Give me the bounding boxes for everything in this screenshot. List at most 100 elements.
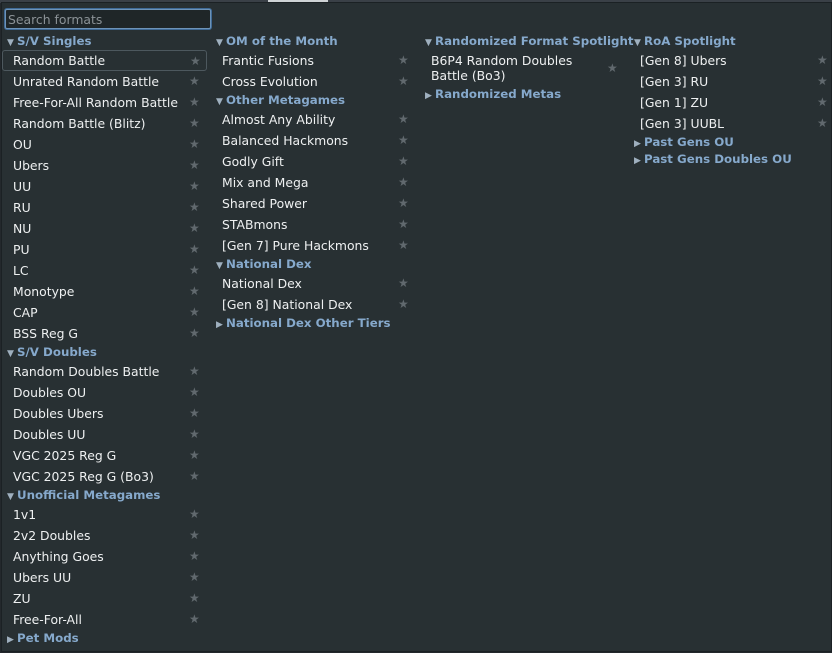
star-icon[interactable]: ★ — [189, 609, 200, 630]
star-icon[interactable]: ★ — [189, 302, 200, 323]
format-label: [Gen 3] UUBL — [640, 116, 725, 131]
star-icon[interactable]: ★ — [189, 113, 200, 134]
format-item-ubers-uu[interactable]: Ubers UU ★ — [2, 567, 207, 588]
format-item-ubers[interactable]: Ubers ★ — [2, 155, 207, 176]
format-item-almost-any-ability[interactable]: Almost Any Ability ★ — [211, 109, 416, 130]
star-icon[interactable]: ★ — [189, 92, 200, 113]
search-formats-input[interactable] — [5, 9, 211, 29]
format-item-bss-reg-g[interactable]: BSS Reg G ★ — [2, 323, 207, 344]
star-icon[interactable]: ★ — [189, 260, 200, 281]
section-header-label: Pet Mods — [17, 631, 79, 645]
star-icon[interactable]: ★ — [189, 176, 200, 197]
star-icon[interactable]: ★ — [817, 71, 828, 92]
format-item-free-for-all[interactable]: Free-For-All ★ — [2, 609, 207, 630]
section-header-s-v-singles[interactable]: ▼ S/V Singles — [2, 33, 207, 50]
format-item-gen-3-uubl[interactable]: [Gen 3] UUBL ★ — [629, 113, 829, 134]
star-icon[interactable]: ★ — [189, 155, 200, 176]
format-item-stabmons[interactable]: STABmons ★ — [211, 214, 416, 235]
format-item-2v2-doubles[interactable]: 2v2 Doubles ★ — [2, 525, 207, 546]
format-item-mix-and-mega[interactable]: Mix and Mega ★ — [211, 172, 416, 193]
format-item-uu[interactable]: UU ★ — [2, 176, 207, 197]
section-header-past-gens-ou[interactable]: ▶ Past Gens OU — [629, 134, 829, 151]
star-icon[interactable]: ★ — [398, 273, 409, 294]
format-item-doubles-uu[interactable]: Doubles UU ★ — [2, 424, 207, 445]
star-icon[interactable]: ★ — [189, 382, 200, 403]
star-icon[interactable]: ★ — [398, 214, 409, 235]
format-item-random-doubles-battle[interactable]: Random Doubles Battle ★ — [2, 361, 207, 382]
format-item-gen-1-zu[interactable]: [Gen 1] ZU ★ — [629, 92, 829, 113]
star-icon[interactable]: ★ — [189, 546, 200, 567]
star-icon[interactable]: ★ — [189, 197, 200, 218]
star-icon[interactable]: ★ — [189, 424, 200, 445]
format-item-vgc-2025-reg-g-bo3[interactable]: VGC 2025 Reg G (Bo3) ★ — [2, 466, 207, 487]
star-icon[interactable]: ★ — [398, 71, 409, 92]
section-header-unofficial-metagames[interactable]: ▼ Unofficial Metagames — [2, 487, 207, 504]
format-item-vgc-2025-reg-g[interactable]: VGC 2025 Reg G ★ — [2, 445, 207, 466]
star-icon[interactable]: ★ — [189, 323, 200, 344]
format-item-gen-8-ubers[interactable]: [Gen 8] Ubers ★ — [629, 50, 829, 71]
format-item-gen-3-ru[interactable]: [Gen 3] RU ★ — [629, 71, 829, 92]
format-item-b6p4-random-doubles-battle-bo3[interactable]: B6P4 Random Doubles Battle (Bo3) ★ — [420, 50, 625, 86]
format-item-doubles-ou[interactable]: Doubles OU ★ — [2, 382, 207, 403]
format-item-balanced-hackmons[interactable]: Balanced Hackmons ★ — [211, 130, 416, 151]
section-header-om-of-the-month[interactable]: ▼ OM of the Month — [211, 33, 416, 50]
section-header-randomized-format-spotlight[interactable]: ▼ Randomized Format Spotlight — [420, 33, 634, 50]
format-item-random-battle-blitz[interactable]: Random Battle (Blitz) ★ — [2, 113, 207, 134]
star-icon[interactable]: ★ — [189, 281, 200, 302]
format-item-frantic-fusions[interactable]: Frantic Fusions ★ — [211, 50, 416, 71]
format-item-1v1[interactable]: 1v1 ★ — [2, 504, 207, 525]
format-item-gen-8-national-dex[interactable]: [Gen 8] National Dex ★ — [211, 294, 416, 315]
star-icon[interactable]: ★ — [189, 403, 200, 424]
star-icon[interactable]: ★ — [398, 50, 409, 71]
format-item-pu[interactable]: PU ★ — [2, 239, 207, 260]
format-item-ru[interactable]: RU ★ — [2, 197, 207, 218]
format-item-doubles-ubers[interactable]: Doubles Ubers ★ — [2, 403, 207, 424]
section-header-national-dex-other-tiers[interactable]: ▶ National Dex Other Tiers — [211, 315, 416, 332]
star-icon[interactable]: ★ — [398, 294, 409, 315]
format-item-national-dex[interactable]: National Dex ★ — [211, 273, 416, 294]
format-item-cross-evolution[interactable]: Cross Evolution ★ — [211, 71, 416, 92]
format-item-gen-7-pure-hackmons[interactable]: [Gen 7] Pure Hackmons ★ — [211, 235, 416, 256]
star-icon[interactable]: ★ — [189, 504, 200, 525]
section-header-other-metagames[interactable]: ▼ Other Metagames — [211, 92, 416, 109]
star-icon[interactable]: ★ — [189, 567, 200, 588]
star-icon[interactable]: ★ — [398, 235, 409, 256]
section-header-past-gens-doubles-ou[interactable]: ▶ Past Gens Doubles OU — [629, 151, 829, 168]
format-item-nu[interactable]: NU ★ — [2, 218, 207, 239]
star-icon[interactable]: ★ — [189, 218, 200, 239]
star-icon[interactable]: ★ — [189, 239, 200, 260]
format-item-lc[interactable]: LC ★ — [2, 260, 207, 281]
star-icon[interactable]: ★ — [817, 50, 828, 71]
format-item-monotype[interactable]: Monotype ★ — [2, 281, 207, 302]
star-icon[interactable]: ★ — [398, 130, 409, 151]
format-item-godly-gift[interactable]: Godly Gift ★ — [211, 151, 416, 172]
format-item-cap[interactable]: CAP ★ — [2, 302, 207, 323]
star-icon[interactable]: ★ — [189, 445, 200, 466]
star-icon[interactable]: ★ — [190, 51, 201, 72]
star-icon[interactable]: ★ — [398, 193, 409, 214]
section-header-randomized-metas[interactable]: ▶ Randomized Metas — [420, 86, 625, 103]
star-icon[interactable]: ★ — [189, 71, 200, 92]
format-item-zu[interactable]: ZU ★ — [2, 588, 207, 609]
star-icon[interactable]: ★ — [398, 172, 409, 193]
format-item-free-for-all-random-battle[interactable]: Free-For-All Random Battle ★ — [2, 92, 207, 113]
format-item-anything-goes[interactable]: Anything Goes ★ — [2, 546, 207, 567]
section-header-roa-spotlight[interactable]: ▼ RoA Spotlight — [629, 33, 829, 50]
section-header-pet-mods[interactable]: ▶ Pet Mods — [2, 630, 207, 647]
star-icon[interactable]: ★ — [189, 525, 200, 546]
star-icon[interactable]: ★ — [189, 134, 200, 155]
star-icon[interactable]: ★ — [817, 113, 828, 134]
star-icon[interactable]: ★ — [189, 588, 200, 609]
star-icon[interactable]: ★ — [398, 109, 409, 130]
star-icon[interactable]: ★ — [189, 361, 200, 382]
star-icon[interactable]: ★ — [817, 92, 828, 113]
format-item-shared-power[interactable]: Shared Power ★ — [211, 193, 416, 214]
star-icon[interactable]: ★ — [398, 151, 409, 172]
format-item-random-battle[interactable]: Random Battle ★ — [2, 50, 207, 71]
format-item-unrated-random-battle[interactable]: Unrated Random Battle ★ — [2, 71, 207, 92]
section-header-national-dex[interactable]: ▼ National Dex — [211, 256, 416, 273]
star-icon[interactable]: ★ — [607, 58, 618, 79]
star-icon[interactable]: ★ — [189, 466, 200, 487]
format-item-ou[interactable]: OU ★ — [2, 134, 207, 155]
section-header-s-v-doubles[interactable]: ▼ S/V Doubles — [2, 344, 207, 361]
